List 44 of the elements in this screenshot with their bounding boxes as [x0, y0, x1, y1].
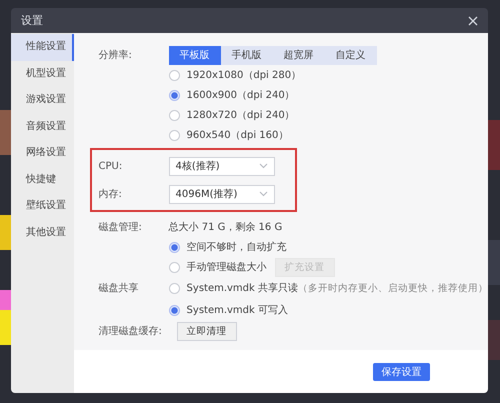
radio-button[interactable]: [168, 70, 180, 80]
cpu-dropdown[interactable]: 4核(推荐): [168, 156, 275, 176]
resolution-tab[interactable]: 平板版: [168, 46, 221, 64]
window-title: 设置: [21, 13, 43, 28]
sidebar-item[interactable]: 性能设置: [11, 34, 74, 60]
resolution-tab[interactable]: 手机版: [220, 46, 273, 64]
option-label: System.vmdk 共享只读: [186, 282, 298, 295]
radio-button[interactable]: [168, 110, 180, 120]
sidebar-item[interactable]: 音频设置: [11, 114, 74, 140]
option-label: 手动管理磁盘大小: [186, 260, 267, 274]
resolution-tab[interactable]: 自定义: [324, 46, 377, 64]
option-label: System.vmdk 可写入: [186, 304, 288, 317]
radio-button[interactable]: [168, 90, 180, 100]
radio-button[interactable]: [168, 282, 180, 294]
sidebar-item[interactable]: 游戏设置: [11, 87, 74, 114]
option-label: 1920x1080（dpi 280）: [186, 69, 302, 82]
sidebar-item[interactable]: 网络设置: [11, 140, 74, 166]
radio-button[interactable]: [168, 130, 180, 140]
radio-button[interactable]: [168, 242, 180, 252]
radio-button[interactable]: [168, 304, 180, 316]
sidebar-item[interactable]: 其他设置: [11, 220, 74, 246]
option-label: 1600x900（dpi 240）: [186, 89, 295, 102]
memory-dropdown[interactable]: 4096M(推荐): [168, 184, 275, 204]
disk-summary: 总大小 71 G，剩余 16 G: [168, 220, 282, 234]
sidebar-item[interactable]: 机型设置: [11, 60, 74, 87]
radio-button[interactable]: [168, 262, 180, 272]
sidebar-item[interactable]: 快捷键: [11, 166, 74, 193]
option-label: 1280x720（dpi 240）: [186, 109, 295, 122]
setting-label: 分辨率:: [98, 48, 133, 62]
setting-label: 磁盘管理:: [98, 221, 143, 234]
option-label: 空间不够时，自动扩充: [186, 240, 287, 254]
setting-label: CPU:: [98, 160, 124, 172]
clear-button[interactable]: 立即清理: [176, 322, 237, 340]
option-note: （多开时内存更小、启动更快，推荐使用）: [298, 282, 488, 294]
close-icon[interactable]: [468, 16, 478, 26]
sidebar-item[interactable]: 壁纸设置: [11, 193, 74, 220]
chevron-down-icon: [258, 163, 268, 169]
save-button[interactable]: 保存设置: [373, 362, 430, 380]
resolution-tab[interactable]: 超宽屏: [272, 46, 325, 64]
option-label: 960x540（dpi 160）: [186, 129, 288, 142]
chevron-down-icon: [258, 191, 268, 197]
setting-label: 内存:: [98, 188, 123, 201]
setting-label: 清理磁盘缓存:: [98, 324, 163, 338]
setting-label: 磁盘共享: [98, 282, 140, 295]
